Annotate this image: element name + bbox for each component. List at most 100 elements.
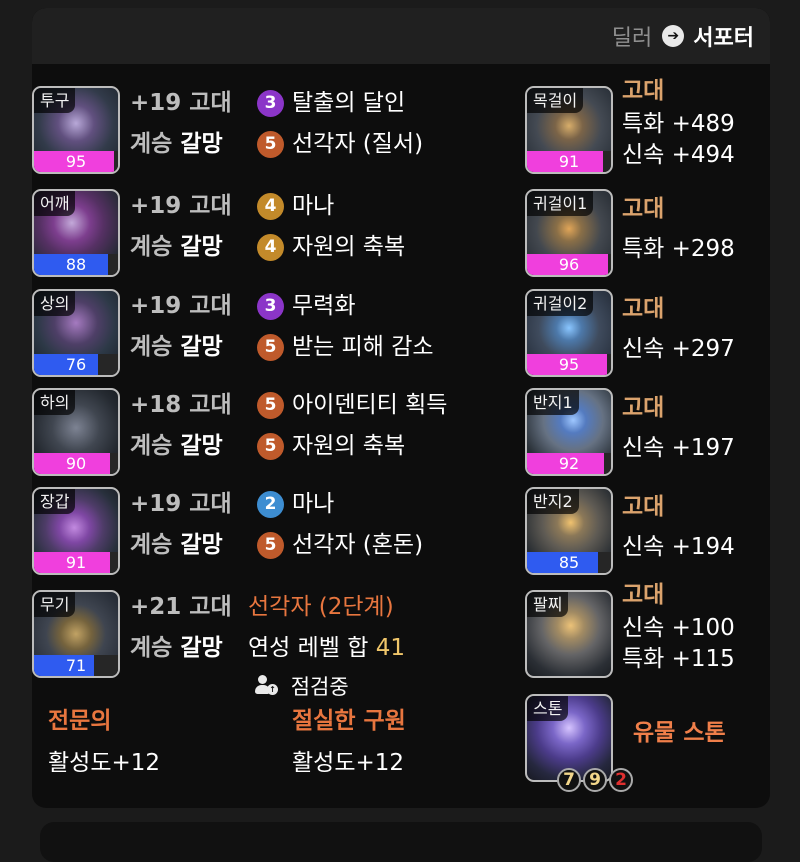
status-line: ↑ 점검중 (254, 673, 349, 702)
weapon-icon[interactable]: 무기 71 (32, 590, 120, 678)
effect-line: 3 무력화 (257, 292, 355, 321)
grade-label: 고대 (622, 494, 665, 520)
dealer-label[interactable]: 딜러 (612, 20, 652, 52)
support-label[interactable]: 서포터 (693, 20, 754, 52)
stone-value: 7 (557, 768, 581, 792)
set-line: 계승 갈망 (130, 334, 223, 360)
quality-value: 90 (65, 454, 87, 473)
upgrade-line: +18 고대 (130, 392, 232, 418)
quality-bar: 91 (527, 151, 611, 172)
quality-bar: 88 (34, 254, 118, 275)
quality-bar: 91 (34, 552, 118, 573)
bottom-panel (40, 822, 762, 862)
stone-value: 2 (609, 768, 633, 792)
section-title: 전문의 (48, 708, 112, 734)
gloves-icon[interactable]: 장갑 91 (32, 487, 120, 575)
quality-bar: 90 (34, 453, 118, 474)
upgrade-line: +19 고대 (130, 491, 232, 517)
slot-label: 반지1 (527, 390, 579, 415)
upgrade-line: +19 고대 (130, 293, 232, 319)
stat-line: 신속 +197 (622, 435, 735, 461)
quality-bar: 96 (527, 254, 611, 275)
role-toggle-bar: 딜러 ➔ 서포터 (32, 8, 770, 64)
weapon-title: 선각자 (2단계) (248, 594, 394, 620)
set-line: 계승 갈망 (130, 532, 223, 558)
slot-label: 무기 (34, 592, 76, 617)
quality-bar: 95 (34, 151, 118, 172)
stone-title: 유물 스톤 (633, 720, 726, 746)
slot-label: 목걸이 (527, 88, 584, 113)
stat-line: 신속 +194 (622, 534, 735, 560)
quality-value: 91 (558, 152, 580, 171)
effect-line: 5 받는 피해 감소 (257, 333, 434, 362)
grade-label: 고대 (622, 582, 665, 608)
quality-value: 85 (558, 553, 580, 572)
quality-value: 71 (65, 656, 87, 675)
section-value: 활성도+12 (48, 750, 161, 776)
weapon-level-line: 연성 레벨 합 41 (248, 635, 406, 661)
upgrade-line: +19 고대 (130, 90, 232, 116)
stone-values: 7 9 2 (557, 768, 633, 792)
ring-icon[interactable]: 반지2 85 (525, 487, 613, 575)
effect-line: 4 마나 (257, 192, 334, 221)
ring-icon[interactable]: 반지1 92 (525, 388, 613, 476)
stat-line: 특화 +115 (622, 646, 735, 672)
pants-icon[interactable]: 하의 90 (32, 388, 120, 476)
equipment-panel: 딜러 ➔ 서포터 투구 95 +19 고대 계승 갈망 3 탈출의 달인 5 선각자… (32, 8, 770, 808)
section-title: 절실한 구원 (292, 708, 406, 734)
slot-label: 반지2 (527, 489, 579, 514)
quality-bar: 85 (527, 552, 611, 573)
stat-line: 신속 +100 (622, 615, 735, 641)
effect-line: 4 자원의 축복 (257, 233, 405, 262)
quality-value: 76 (65, 355, 87, 374)
slot-label: 팔찌 (527, 592, 569, 617)
effect-line: 3 탈출의 달인 (257, 89, 405, 118)
slot-label: 장갑 (34, 489, 76, 514)
upgrade-line: +19 고대 (130, 193, 232, 219)
effect-line: 5 선각자 (질서) (257, 130, 423, 159)
quality-bar: 92 (527, 453, 611, 474)
quality-value: 92 (558, 454, 580, 473)
slot-label: 투구 (34, 88, 76, 113)
shoulder-icon[interactable]: 어깨 88 (32, 189, 120, 277)
stat-line: 신속 +297 (622, 336, 735, 362)
quality-bar: 95 (527, 354, 611, 375)
slot-label: 귀걸이1 (527, 191, 594, 216)
set-line: 계승 갈망 (130, 635, 223, 661)
effect-line: 5 선각자 (혼돈) (257, 531, 423, 560)
quality-value: 95 (558, 355, 580, 374)
section-value: 활성도+12 (292, 750, 405, 776)
stone-value: 9 (583, 768, 607, 792)
grade-label: 고대 (622, 296, 665, 322)
effect-line: 5 아이덴티티 획득 (257, 391, 447, 420)
upgrade-line: +21 고대 (130, 594, 232, 620)
grade-label: 고대 (622, 395, 665, 421)
slot-label: 귀걸이2 (527, 291, 594, 316)
effect-line: 5 자원의 축복 (257, 432, 405, 461)
stat-line: 신속 +494 (622, 142, 735, 168)
bracelet-icon[interactable]: 팔찌 (525, 590, 613, 678)
arrow-right-icon[interactable]: ➔ (662, 25, 685, 47)
grade-label: 고대 (622, 78, 665, 104)
helmet-icon[interactable]: 투구 95 (32, 86, 120, 174)
earring-icon[interactable]: 귀걸이2 95 (525, 289, 613, 377)
set-line: 계승 갈망 (130, 131, 223, 157)
set-line: 계승 갈망 (130, 433, 223, 459)
top-armor-icon[interactable]: 상의 76 (32, 289, 120, 377)
slot-label: 하의 (34, 390, 76, 415)
set-line: 계승 갈망 (130, 234, 223, 260)
quality-value: 96 (558, 255, 580, 274)
quality-value: 95 (65, 152, 87, 171)
quality-value: 88 (65, 255, 87, 274)
quality-bar: 71 (34, 655, 118, 676)
earring-icon[interactable]: 귀걸이1 96 (525, 189, 613, 277)
necklace-icon[interactable]: 목걸이 91 (525, 86, 613, 174)
slot-label: 상의 (34, 291, 76, 316)
effect-line: 2 마나 (257, 490, 334, 519)
slot-label: 어깨 (34, 191, 76, 216)
stat-line: 특화 +489 (622, 111, 735, 137)
grade-label: 고대 (622, 196, 665, 222)
role-toggle[interactable]: 딜러 ➔ 서포터 (612, 20, 754, 52)
slot-label: 스톤 (527, 696, 569, 721)
stat-line: 특화 +298 (622, 236, 735, 262)
